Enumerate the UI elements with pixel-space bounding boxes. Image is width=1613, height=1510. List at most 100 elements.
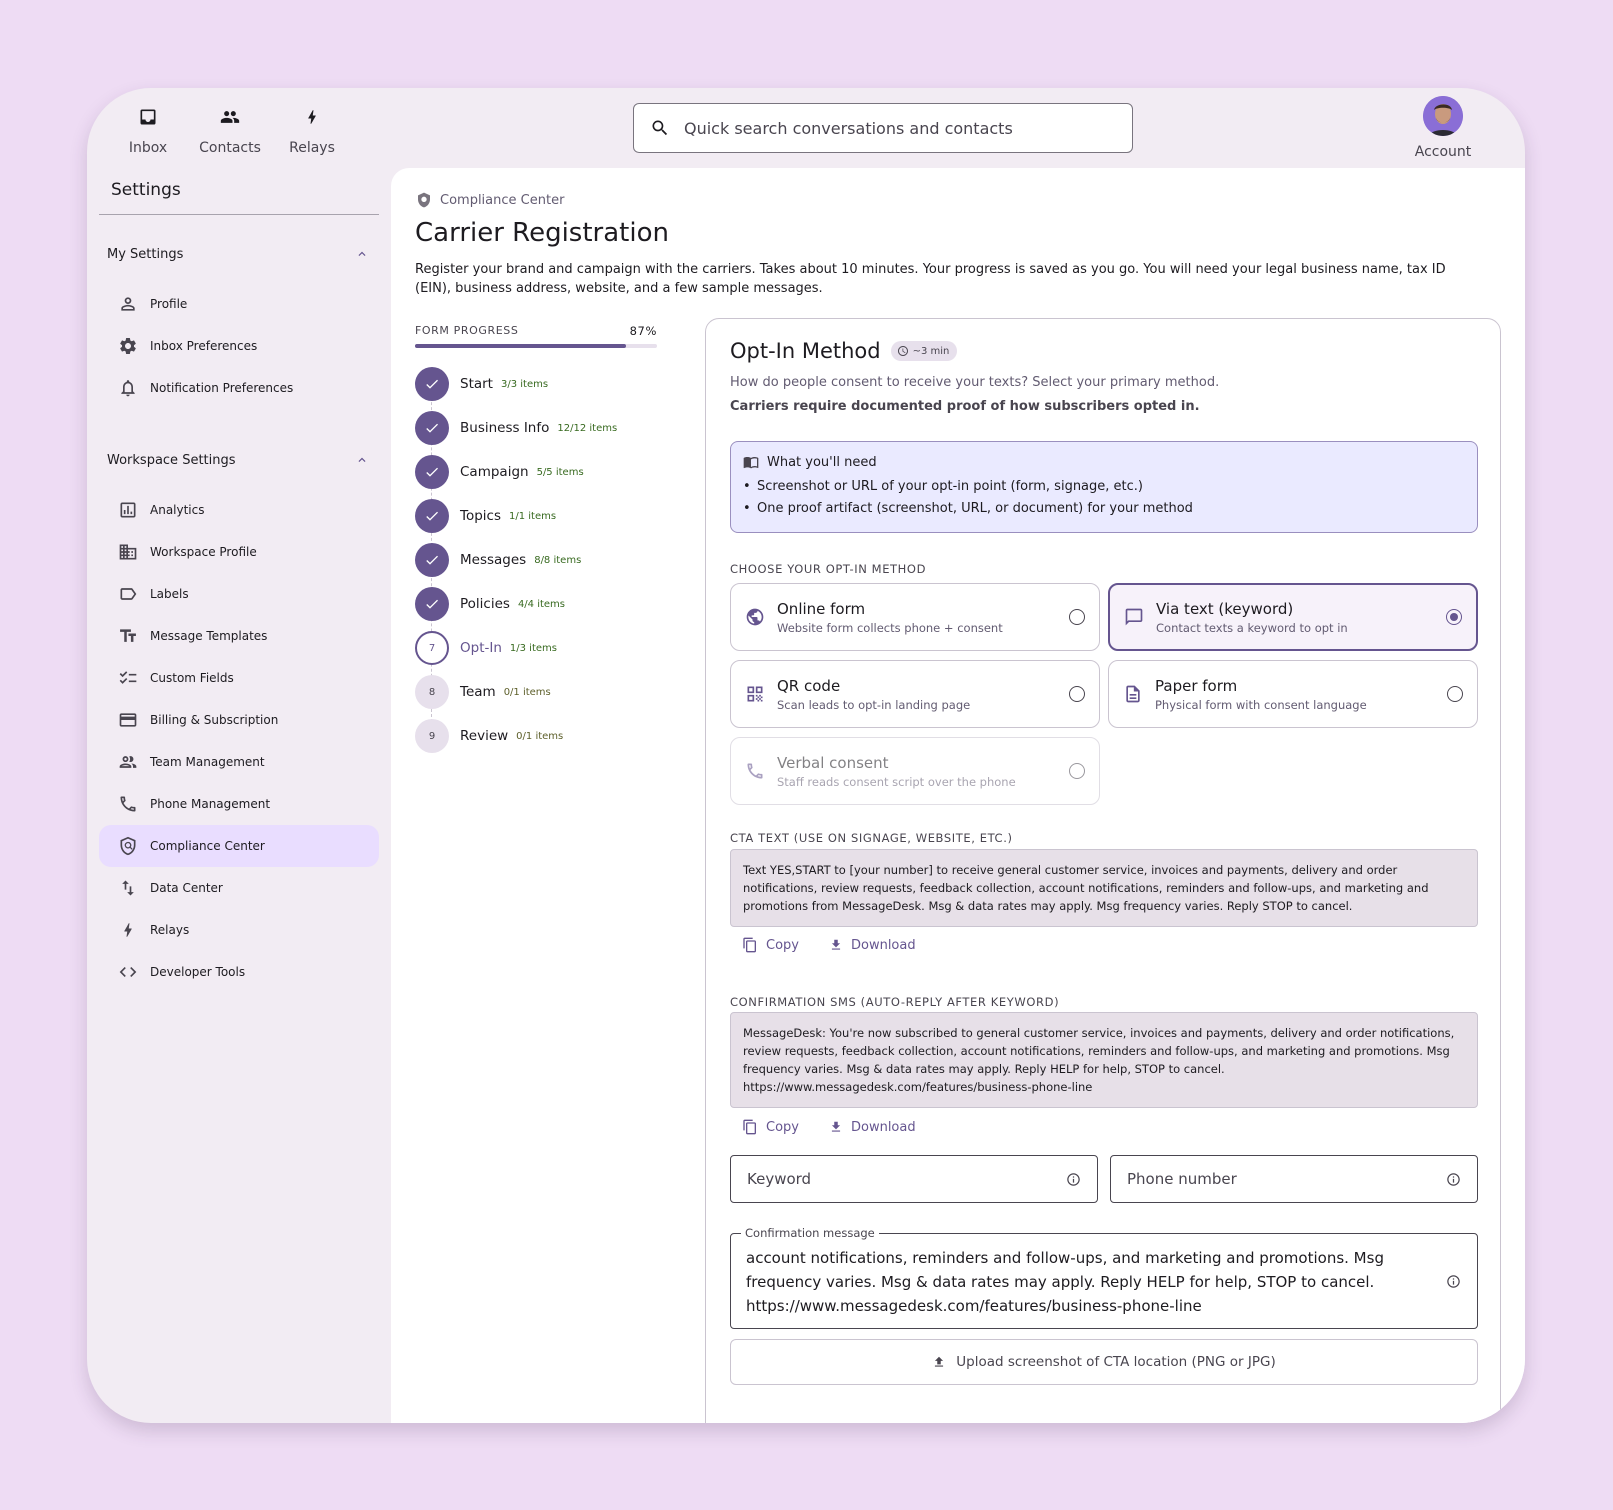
step-name: Messages	[460, 552, 527, 568]
progress-step-business-info[interactable]: Business Info 12/12 items	[415, 406, 657, 450]
progress-step-messages[interactable]: Messages 8/8 items	[415, 538, 657, 582]
info-icon[interactable]	[1446, 1172, 1461, 1187]
step-name: Topics	[460, 508, 501, 524]
sidebar-item-label: Profile	[150, 297, 188, 311]
option-online-form[interactable]: Online form Website form collects phone …	[730, 583, 1100, 651]
sidebar-item-analytics[interactable]: Analytics	[99, 489, 379, 531]
confirmation-copy-button[interactable]: Copy	[742, 1119, 799, 1135]
sidebar-item-notification-preferences[interactable]: Notification Preferences	[99, 367, 379, 409]
radio-verbal-consent	[1069, 763, 1085, 779]
copy-icon	[742, 1119, 758, 1135]
sidebar-item-labels[interactable]: Labels	[99, 573, 379, 615]
progress-step-team[interactable]: 8 Team 0/1 items	[415, 670, 657, 714]
confirmation-sms-box: MessageDesk: You're now subscribed to ge…	[730, 1012, 1478, 1108]
step-count: 1/3 items	[509, 642, 557, 654]
quick-search[interactable]	[633, 103, 1133, 153]
progress-step-campaign[interactable]: Campaign 5/5 items	[415, 450, 657, 494]
sidebar-item-label: Workspace Profile	[150, 545, 257, 559]
search-input[interactable]	[684, 118, 1104, 138]
swap-vertical-icon	[117, 877, 139, 899]
info-icon[interactable]	[1066, 1172, 1081, 1187]
sidebar-item-billing[interactable]: Billing & Subscription	[99, 699, 379, 741]
progress-step-topics[interactable]: Topics 1/1 items	[415, 494, 657, 538]
step-name: Team	[460, 684, 496, 700]
option-paper-form[interactable]: Paper form Physical form with consent la…	[1108, 660, 1478, 728]
check-icon	[415, 499, 449, 533]
sidebar-item-inbox-preferences[interactable]: Inbox Preferences	[99, 325, 379, 367]
phone-number-field[interactable]	[1110, 1155, 1478, 1203]
cta-copy-button[interactable]: Copy	[742, 937, 799, 953]
option-qr-code[interactable]: QR code Scan leads to opt-in landing pag…	[730, 660, 1100, 728]
credit-card-icon	[117, 709, 139, 731]
nav-inbox[interactable]: Inbox	[107, 102, 189, 156]
sidebar-item-label: Phone Management	[150, 797, 271, 811]
step-name: Policies	[460, 596, 510, 612]
breadcrumb[interactable]: Compliance Center	[416, 192, 564, 208]
step-name: Start	[460, 376, 493, 392]
step-count: 3/3 items	[500, 378, 549, 390]
breadcrumb-label: Compliance Center	[440, 192, 565, 208]
book-icon	[743, 454, 759, 470]
keyword-input[interactable]	[747, 1170, 1047, 1188]
progress-step-opt-in[interactable]: 7 Opt-In 1/3 items	[415, 626, 657, 670]
account-button[interactable]: Account	[1406, 96, 1480, 160]
sidebar-item-phone-management[interactable]: Phone Management	[99, 783, 379, 825]
download-label: Download	[850, 1119, 916, 1135]
confirmation-download-button[interactable]: Download	[829, 1120, 916, 1135]
copy-icon	[742, 937, 758, 953]
radio-paper-form[interactable]	[1447, 686, 1463, 702]
confirmation-message-field[interactable]: Confirmation message account notificatio…	[730, 1226, 1478, 1329]
sidebar-item-data-center[interactable]: Data Center	[99, 867, 379, 909]
step-count: 0/1 items	[516, 730, 564, 742]
form-progress: FORM PROGRESS 87% Start 3/3 items Business…	[415, 324, 657, 758]
radio-qr-code[interactable]	[1069, 686, 1085, 702]
bolt-icon	[117, 919, 139, 941]
info-icon[interactable]	[1446, 1274, 1461, 1289]
phone-number-input[interactable]	[1127, 1170, 1427, 1188]
nav-relays[interactable]: Relays	[271, 102, 353, 156]
progress-steps: Start 3/3 items Business Info 12/12 items Ca…	[415, 362, 657, 758]
step-count: 1/1 items	[509, 510, 557, 522]
step-count: 4/4 items	[517, 598, 566, 610]
nav-contacts[interactable]: Contacts	[189, 102, 271, 156]
card-note: Carriers require documented proof of how…	[730, 399, 1200, 414]
progress-step-start[interactable]: Start 3/3 items	[415, 362, 657, 406]
step-count: 0/1 items	[503, 686, 551, 698]
option-subtitle: Contact texts a keyword to opt in	[1156, 620, 1348, 635]
sidebar-item-compliance-center[interactable]: Compliance Center	[99, 825, 379, 867]
check-icon	[415, 455, 449, 489]
sidebar-item-relays[interactable]: Relays	[99, 909, 379, 951]
chevron-up-icon	[355, 453, 369, 467]
sidebar-item-workspace-profile[interactable]: Workspace Profile	[99, 531, 379, 573]
sidebar-item-message-templates[interactable]: Message Templates	[99, 615, 379, 657]
sidebar-item-label: Labels	[150, 587, 189, 601]
cta-download-button[interactable]: Download	[829, 938, 916, 953]
sidebar-item-profile[interactable]: Profile	[99, 283, 379, 325]
workspace-settings-header[interactable]: Workspace Settings	[99, 445, 379, 475]
sidebar-item-custom-fields[interactable]: Custom Fields	[99, 657, 379, 699]
my-settings-header[interactable]: My Settings	[99, 239, 379, 269]
bolt-icon	[303, 102, 321, 132]
upload-screenshot-button[interactable]: Upload screenshot of CTA location (PNG o…	[730, 1339, 1478, 1385]
building-icon	[117, 541, 139, 563]
check-icon	[415, 587, 449, 621]
confirmation-message-value[interactable]: account notifications, reminders and fol…	[746, 1246, 1426, 1318]
step-name: Campaign	[460, 464, 529, 480]
radio-online-form[interactable]	[1069, 609, 1085, 625]
opt-in-card: Opt-In Method ~3 min How do people conse…	[705, 318, 1501, 1423]
nav-relays-label: Relays	[289, 140, 335, 156]
page-description: Register your brand and campaign with th…	[415, 262, 1446, 296]
option-title: Verbal consent	[777, 753, 889, 772]
step-count: 8/8 items	[534, 554, 582, 566]
progress-step-policies[interactable]: Policies 4/4 items	[415, 582, 657, 626]
progress-step-review[interactable]: 9 Review 0/1 items	[415, 714, 657, 758]
sidebar-item-developer-tools[interactable]: Developer Tools	[99, 951, 379, 993]
keyword-field[interactable]	[730, 1155, 1098, 1203]
radio-via-text-keyword[interactable]	[1446, 609, 1462, 625]
option-via-text-keyword[interactable]: Via text (keyword) Contact texts a keywo…	[1108, 583, 1478, 651]
code-icon	[117, 961, 139, 983]
step-count: 5/5 items	[536, 466, 584, 478]
progress-bar-fill	[415, 344, 626, 348]
sidebar-item-team-management[interactable]: Team Management	[99, 741, 379, 783]
option-verbal-consent: Verbal consent Staff reads consent scrip…	[730, 737, 1100, 805]
